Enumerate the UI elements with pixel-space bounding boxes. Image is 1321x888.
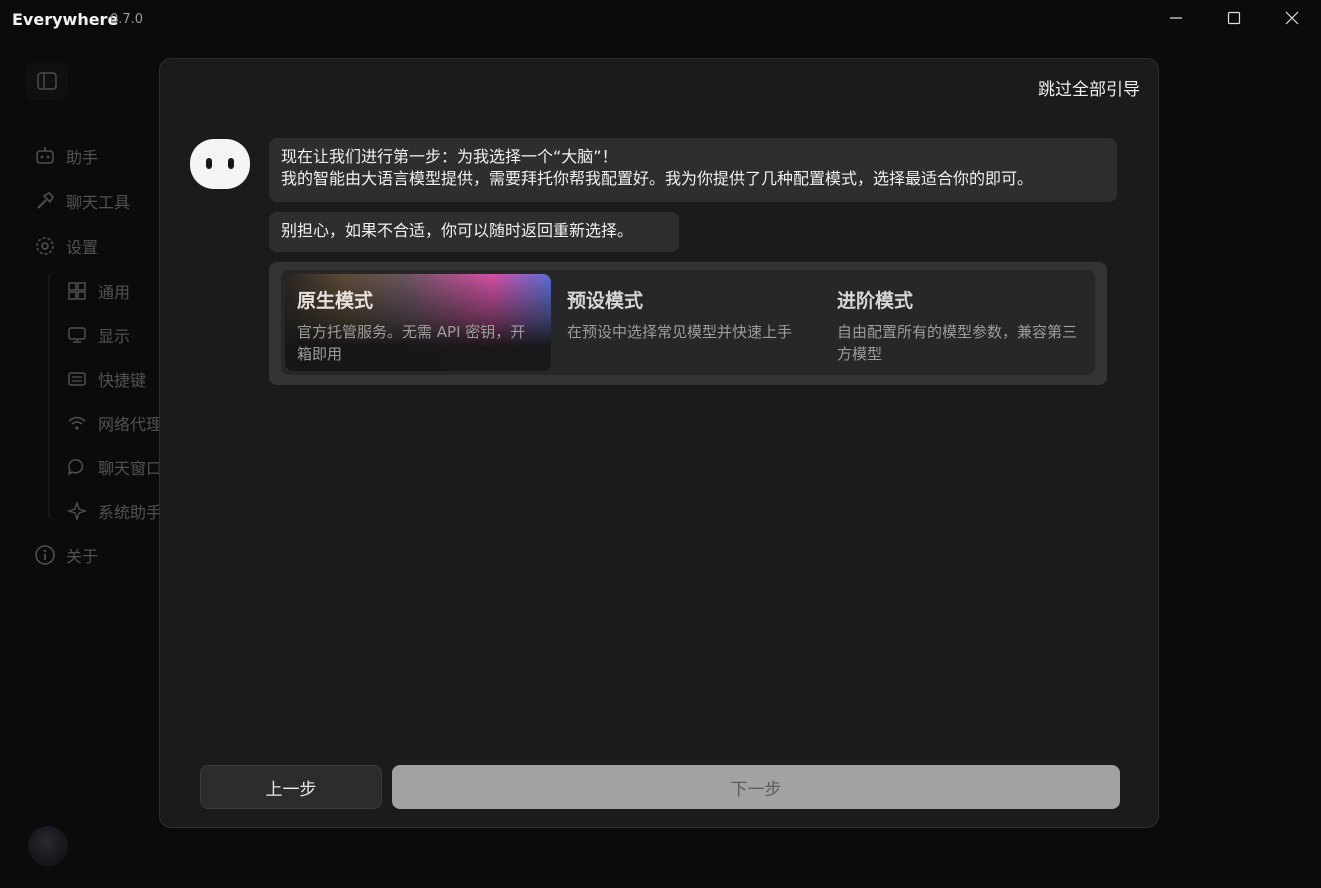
sidebar-item-label: 系统助手 bbox=[98, 503, 163, 522]
mode-description: 自由配置所有的模型参数，兼容第三方模型 bbox=[837, 323, 1078, 363]
mode-option-native[interactable]: 原生模式 官方托管服务。无需 API 密钥，开箱即用 bbox=[285, 274, 551, 371]
sidebar-toggle-button[interactable] bbox=[26, 62, 68, 100]
settings-tree-line bbox=[48, 274, 50, 518]
next-step-button[interactable]: 下一步 bbox=[392, 765, 1120, 809]
minimize-icon bbox=[1170, 17, 1182, 19]
sidebar-item-label: 设置 bbox=[66, 238, 99, 257]
sidebar-item-label: 网络代理 bbox=[98, 415, 163, 434]
assistant-avatar bbox=[190, 139, 250, 189]
sidebar-item-system-assistant[interactable]: 系统助手 bbox=[66, 497, 162, 525]
sidebar-item-about[interactable]: 关于 bbox=[34, 541, 98, 569]
message-line: 现在让我们进行第一步：为我选择一个“大脑”！ bbox=[281, 147, 618, 166]
sparkle-icon bbox=[66, 500, 88, 522]
sidebar-item-shortcuts[interactable]: 快捷键 bbox=[66, 365, 146, 393]
mode-option-advanced[interactable]: 进阶模式 自由配置所有的模型参数，兼容第三方模型 bbox=[825, 274, 1091, 371]
grid-icon bbox=[66, 280, 88, 302]
app-version: 0.7.0 bbox=[110, 12, 144, 27]
chat-bubble-icon bbox=[66, 456, 88, 478]
robot-icon bbox=[34, 145, 56, 167]
sidebar-item-label: 通用 bbox=[98, 283, 131, 302]
sidebar-item-label: 关于 bbox=[66, 547, 99, 566]
keyboard-icon bbox=[66, 368, 88, 390]
info-icon bbox=[34, 544, 56, 566]
maximize-button[interactable] bbox=[1205, 0, 1263, 36]
monitor-icon bbox=[66, 324, 88, 346]
app-name: Everywhere bbox=[12, 10, 119, 29]
title-bar: Everywhere 0.7.0 bbox=[0, 0, 1321, 38]
sidebar-item-settings[interactable]: 设置 bbox=[34, 232, 98, 260]
mode-options: 原生模式 官方托管服务。无需 API 密钥，开箱即用 预设模式 在预设中选择常见… bbox=[281, 270, 1095, 375]
user-avatar[interactable] bbox=[28, 826, 68, 866]
mode-title: 原生模式 bbox=[297, 290, 374, 312]
mode-title: 预设模式 bbox=[567, 290, 644, 312]
chat-message-2: 别担心，如果不合适，你可以随时返回重新选择。 bbox=[269, 212, 679, 252]
message-line: 我的智能由大语言模型提供，需要拜托你帮我配置好。我为你提供了几种配置模式，选择最… bbox=[281, 169, 1034, 188]
sidebar-item-label: 显示 bbox=[98, 327, 131, 346]
maximize-icon bbox=[1227, 11, 1241, 25]
mode-description: 官方托管服务。无需 API 密钥，开箱即用 bbox=[297, 323, 526, 363]
sidebar-item-label: 助手 bbox=[66, 148, 99, 167]
sidebar-item-label: 聊天窗口 bbox=[98, 459, 163, 478]
message-line: 别担心，如果不合适，你可以随时返回重新选择。 bbox=[281, 221, 634, 240]
sidebar-item-chat-window[interactable]: 聊天窗口 bbox=[66, 453, 162, 481]
gear-icon bbox=[34, 235, 56, 257]
skip-all-guides-link[interactable]: 跳过全部引导 bbox=[1038, 75, 1140, 100]
onboarding-dialog: 跳过全部引导 现在让我们进行第一步：为我选择一个“大脑”！ 我的智能由大语言模型… bbox=[159, 58, 1159, 828]
sidebar-item-general[interactable]: 通用 bbox=[66, 277, 130, 305]
sidebar-item-label: 快捷键 bbox=[98, 371, 147, 390]
mode-option-preset[interactable]: 预设模式 在预设中选择常见模型并快速上手 bbox=[555, 274, 821, 371]
sidebar: 助手 聊天工具 设置 通用 显示 快捷键 网络代理 聊天窗口 系统助手 关于 bbox=[0, 38, 162, 888]
close-icon bbox=[1285, 11, 1299, 25]
avatar-eye-right bbox=[228, 158, 234, 169]
sidebar-item-assistant[interactable]: 助手 bbox=[34, 142, 98, 170]
mode-description: 在预设中选择常见模型并快速上手 bbox=[567, 323, 793, 341]
close-button[interactable] bbox=[1263, 0, 1321, 36]
mode-title: 进阶模式 bbox=[837, 290, 914, 312]
wifi-icon bbox=[66, 412, 88, 434]
avatar-eye-left bbox=[206, 158, 212, 169]
sidebar-item-label: 聊天工具 bbox=[66, 193, 131, 212]
sidebar-item-display[interactable]: 显示 bbox=[66, 321, 130, 349]
sidebar-item-proxy[interactable]: 网络代理 bbox=[66, 409, 162, 437]
hammer-icon bbox=[34, 190, 56, 212]
chat-message-1: 现在让我们进行第一步：为我选择一个“大脑”！ 我的智能由大语言模型提供，需要拜托… bbox=[269, 138, 1117, 202]
previous-step-button[interactable]: 上一步 bbox=[200, 765, 382, 809]
sidebar-panel-icon bbox=[37, 72, 57, 90]
sidebar-item-chat-tools[interactable]: 聊天工具 bbox=[34, 187, 130, 215]
minimize-button[interactable] bbox=[1147, 0, 1205, 36]
mode-selector: 原生模式 官方托管服务。无需 API 密钥，开箱即用 预设模式 在预设中选择常见… bbox=[269, 262, 1107, 385]
